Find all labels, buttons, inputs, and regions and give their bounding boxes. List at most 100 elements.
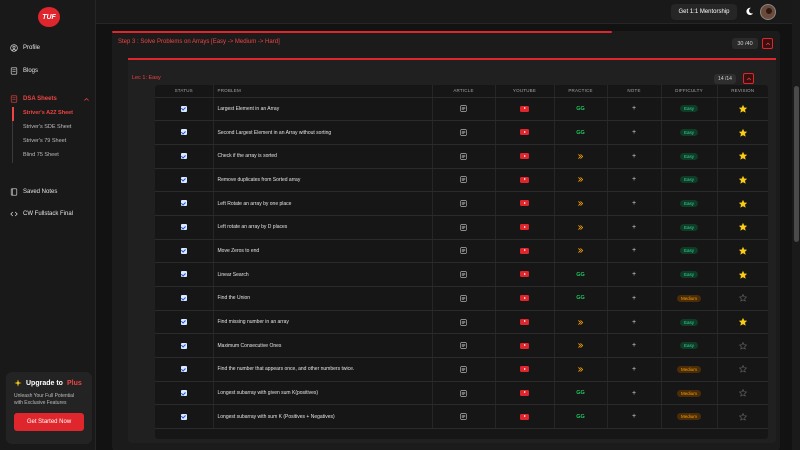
add-note-icon[interactable]: +: [632, 413, 636, 420]
get-started-button[interactable]: Get Started Now: [14, 413, 84, 431]
youtube-icon[interactable]: [520, 271, 529, 278]
moon-icon[interactable]: [745, 7, 754, 16]
coding-ninjas-icon[interactable]: [577, 366, 584, 373]
add-note-icon[interactable]: +: [632, 247, 636, 254]
checkbox[interactable]: [180, 200, 187, 207]
sidebar-item-blind-75[interactable]: Blind 75 Sheet: [13, 149, 92, 163]
youtube-icon[interactable]: [520, 318, 529, 325]
youtube-icon[interactable]: [520, 105, 529, 112]
gfg-icon[interactable]: GG: [576, 272, 585, 278]
article-icon[interactable]: [460, 342, 467, 349]
gfg-icon[interactable]: GG: [576, 414, 585, 420]
star-icon[interactable]: [738, 341, 747, 350]
star-icon[interactable]: [738, 152, 747, 160]
youtube-icon[interactable]: [520, 224, 529, 231]
gfg-icon[interactable]: GG: [576, 130, 585, 136]
checkbox[interactable]: [180, 224, 187, 231]
add-note-icon[interactable]: +: [632, 176, 636, 183]
sidebar-item-sde-sheet[interactable]: Striver's SDE Sheet: [13, 121, 92, 135]
add-note-icon[interactable]: +: [632, 224, 636, 231]
sidebar-item-saved-notes[interactable]: Saved Notes: [10, 188, 57, 196]
checkbox[interactable]: [180, 342, 187, 349]
youtube-icon[interactable]: [520, 247, 529, 254]
star-icon[interactable]: [738, 318, 747, 326]
star-icon[interactable]: [738, 294, 747, 303]
checkbox[interactable]: [180, 105, 187, 112]
article-icon[interactable]: [460, 390, 467, 397]
lecture-title[interactable]: Lec 1: Easy: [132, 75, 161, 81]
step-title[interactable]: Step 3 : Solve Problems on Arrays [Easy …: [118, 39, 280, 45]
add-note-icon[interactable]: +: [632, 319, 636, 326]
scrollbar-thumb[interactable]: [793, 86, 799, 242]
youtube-icon[interactable]: [520, 200, 529, 207]
add-note-icon[interactable]: +: [632, 271, 636, 278]
add-note-icon[interactable]: +: [632, 342, 636, 349]
coding-ninjas-icon[interactable]: [577, 153, 584, 160]
checkbox[interactable]: [180, 176, 187, 183]
article-icon[interactable]: [460, 224, 467, 231]
add-note-icon[interactable]: +: [632, 366, 636, 373]
checkbox[interactable]: [180, 413, 187, 420]
sidebar-item-blogs[interactable]: Blogs: [10, 67, 38, 75]
problem-cell[interactable]: Find missing number in an array: [213, 310, 433, 335]
youtube-icon[interactable]: [520, 129, 529, 136]
youtube-icon[interactable]: [520, 366, 529, 373]
lecture-collapse-button[interactable]: [743, 73, 754, 84]
article-icon[interactable]: [460, 413, 467, 420]
article-icon[interactable]: [460, 176, 467, 183]
star-icon[interactable]: [738, 270, 747, 279]
star-icon[interactable]: [738, 246, 747, 255]
coding-ninjas-icon[interactable]: [577, 224, 584, 231]
coding-ninjas-icon[interactable]: [577, 342, 584, 349]
problem-cell[interactable]: Largest Element in an Array: [213, 97, 433, 122]
add-note-icon[interactable]: +: [632, 295, 636, 302]
mentorship-button[interactable]: Get 1:1 Mentorship: [671, 4, 737, 20]
add-note-icon[interactable]: +: [632, 105, 636, 112]
problem-cell[interactable]: Left Rotate an array by one place: [213, 191, 433, 216]
sidebar-item-profile[interactable]: Profile: [10, 44, 40, 52]
article-icon[interactable]: [460, 366, 467, 373]
star-icon[interactable]: [738, 412, 747, 421]
youtube-icon[interactable]: [520, 389, 529, 396]
add-note-icon[interactable]: +: [632, 390, 636, 397]
article-icon[interactable]: [460, 318, 467, 326]
problem-cell[interactable]: Maximum Consecutive Ones: [213, 333, 433, 359]
problem-cell[interactable]: Second Largest Element in an Array witho…: [213, 120, 433, 145]
add-note-icon[interactable]: +: [632, 129, 636, 136]
coding-ninjas-icon[interactable]: [577, 200, 584, 207]
article-icon[interactable]: [460, 129, 467, 136]
gfg-icon[interactable]: GG: [576, 295, 585, 301]
problem-cell[interactable]: Longest subarray with given sum K(positi…: [213, 381, 433, 406]
problem-cell[interactable]: Longest subarray with sum K (Positives +…: [213, 404, 433, 430]
problem-cell[interactable]: Remove duplicates from Sorted array: [213, 168, 433, 193]
coding-ninjas-icon[interactable]: [577, 319, 584, 326]
article-icon[interactable]: [460, 105, 467, 112]
article-icon[interactable]: [460, 247, 467, 255]
coding-ninjas-icon[interactable]: [577, 176, 584, 183]
checkbox[interactable]: [180, 366, 187, 373]
add-note-icon[interactable]: +: [632, 200, 636, 207]
star-icon[interactable]: [738, 199, 747, 208]
sidebar-item-cw-fullstack[interactable]: CW Fullstack Final: [10, 210, 73, 218]
youtube-icon[interactable]: [520, 295, 529, 302]
youtube-icon[interactable]: [520, 342, 529, 349]
problem-cell[interactable]: Check if the array is sorted: [213, 144, 433, 169]
youtube-icon[interactable]: [520, 153, 529, 160]
article-icon[interactable]: [460, 200, 467, 207]
avatar[interactable]: [760, 4, 776, 20]
sidebar-item-a2z-sheet[interactable]: Striver's A2Z Sheet: [12, 107, 92, 121]
sidebar-item-79-sheet[interactable]: Striver's 79 Sheet: [13, 135, 92, 149]
youtube-icon[interactable]: [520, 176, 529, 183]
problem-cell[interactable]: Move Zeros to end: [213, 239, 433, 264]
star-icon[interactable]: [738, 128, 747, 137]
checkbox[interactable]: [180, 129, 187, 136]
checkbox[interactable]: [180, 271, 187, 278]
problem-cell[interactable]: Find the number that appears once, and o…: [213, 357, 433, 382]
checkbox[interactable]: [180, 295, 187, 302]
coding-ninjas-icon[interactable]: [577, 247, 584, 254]
star-icon[interactable]: [738, 223, 747, 231]
tuf-logo[interactable]: TUF: [38, 7, 60, 27]
step-collapse-button[interactable]: [762, 38, 773, 49]
star-icon[interactable]: [738, 104, 747, 113]
sidebar-item-dsa-sheets[interactable]: DSA Sheets: [10, 95, 90, 103]
